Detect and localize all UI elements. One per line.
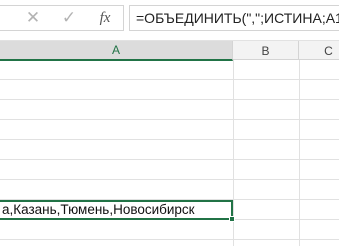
enter-icon[interactable]: ✓ [54, 6, 84, 30]
formula-bar-buttons: ✕ ✓ fx [0, 5, 124, 31]
grid-row-line [0, 99, 339, 100]
formula-bar: ✕ ✓ fx =ОБЪЕДИНИТЬ(",";ИСТИНА;A1:A [0, 0, 339, 38]
grid-column-line [299, 60, 300, 246]
grid-row-line [0, 139, 339, 140]
formula-input[interactable]: =ОБЪЕДИНИТЬ(",";ИСТИНА;A1:A [129, 5, 339, 31]
column-header-a[interactable]: A [0, 41, 233, 61]
grid-row-line [0, 179, 339, 180]
column-header-row: A B C [0, 40, 339, 61]
active-cell[interactable]: а,Казань,Тюмень,Новосибирск [0, 200, 233, 220]
grid-row-line [0, 239, 339, 240]
fill-handle[interactable] [229, 216, 235, 222]
spreadsheet-window: ✕ ✓ fx =ОБЪЕДИНИТЬ(",";ИСТИНА;A1:A A B C… [0, 0, 339, 246]
grid-row-line [0, 159, 339, 160]
grid-row-line [0, 79, 339, 80]
column-header-b[interactable]: B [233, 41, 299, 60]
insert-function-button[interactable]: fx [90, 6, 120, 30]
cancel-icon[interactable]: ✕ [18, 6, 48, 30]
grid-row-line [0, 119, 339, 120]
column-header-c[interactable]: C [299, 41, 339, 60]
